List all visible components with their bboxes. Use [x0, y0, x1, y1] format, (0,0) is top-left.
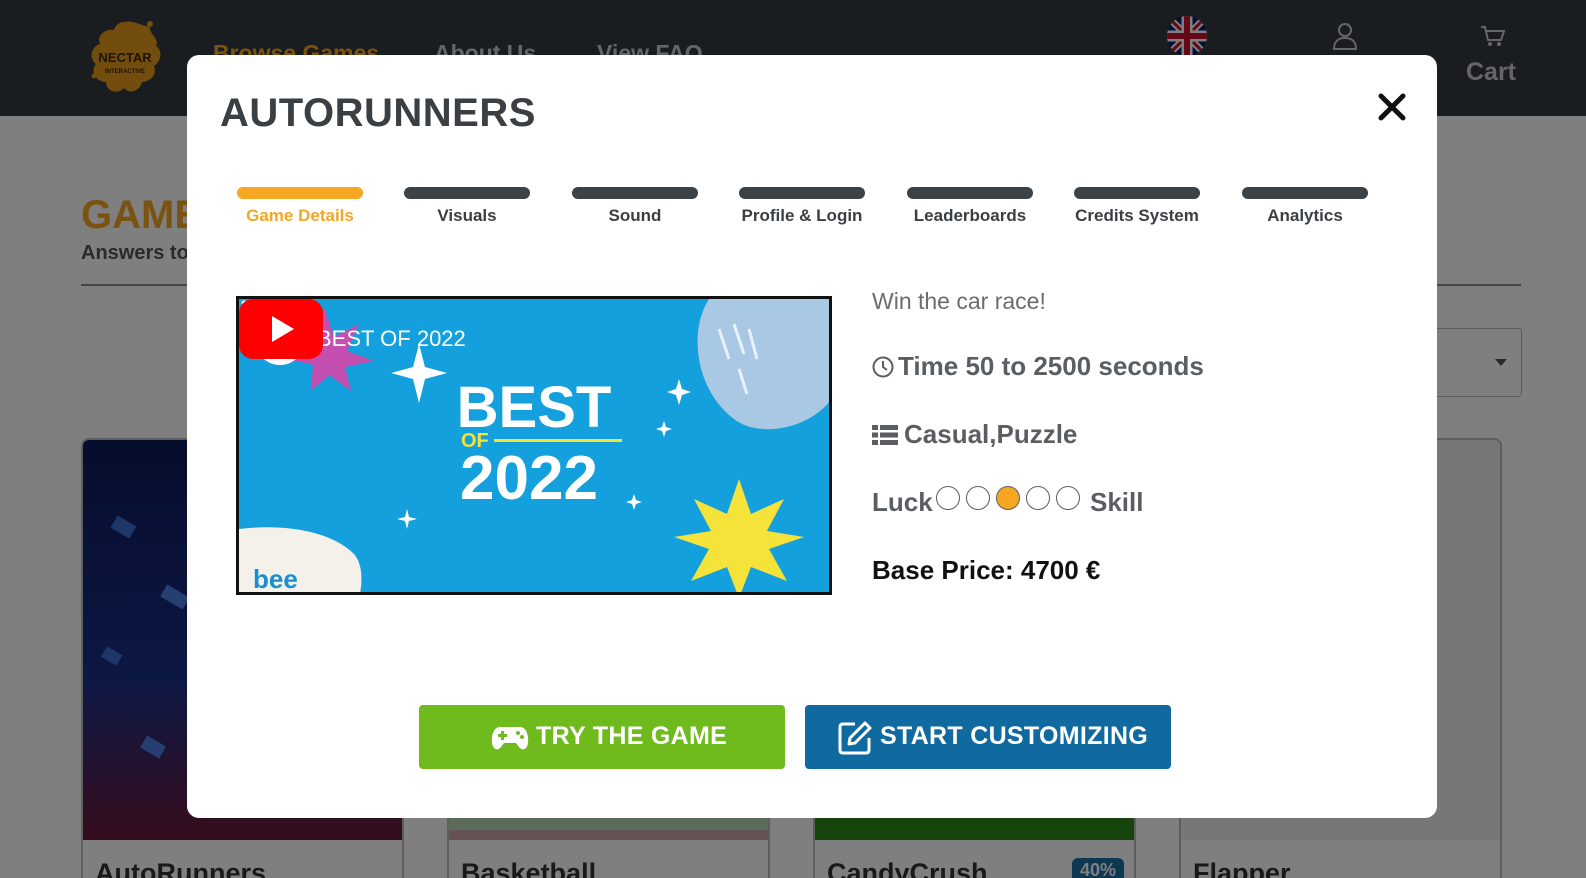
- video-title[interactable]: BEST OF 2022: [317, 326, 466, 352]
- game-description: Win the car race!: [872, 288, 1046, 314]
- svg-text:2022: 2022: [460, 444, 598, 513]
- tab-label: Game Details: [246, 206, 354, 225]
- skill-level-dot: [936, 486, 960, 510]
- tab-leaderboards[interactable]: Leaderboards: [885, 187, 1055, 247]
- tab-analytics[interactable]: Analytics: [1220, 187, 1390, 247]
- tab-label: Leaderboards: [913, 206, 1027, 225]
- tab-label: Analytics: [1267, 206, 1343, 225]
- tab-indicator: [404, 187, 530, 199]
- skill-label: Skill: [1090, 487, 1144, 517]
- tab-indicator: [1242, 187, 1368, 199]
- game-details-modal: AUTORUNNERS Game Details Visuals Sound P…: [187, 55, 1437, 818]
- tab-label: Profile & Login: [741, 206, 863, 225]
- time-text: Time 50 to 2500 seconds: [898, 351, 1204, 381]
- genre-text: Casual,Puzzle: [904, 419, 1078, 449]
- clock-icon: [872, 356, 894, 378]
- tab-indicator: [907, 187, 1033, 199]
- tab-indicator: [1074, 187, 1200, 199]
- gamepad-icon: [491, 727, 529, 750]
- tab-indicator: [739, 187, 865, 199]
- close-icon[interactable]: [1376, 91, 1408, 123]
- luck-label: Luck: [872, 487, 933, 517]
- skill-level-dot: [1026, 486, 1050, 510]
- tab-label: Sound: [608, 206, 662, 225]
- tab-game-details[interactable]: Game Details: [215, 187, 385, 247]
- brand-logo: bee: [253, 564, 298, 594]
- tab-visuals[interactable]: Visuals: [382, 187, 552, 247]
- skill-level-dot-selected: [996, 486, 1020, 510]
- start-customizing-button[interactable]: START CUSTOMIZING: [805, 705, 1171, 769]
- try-game-button[interactable]: TRY THE GAME: [419, 705, 785, 769]
- tab-indicator: [572, 187, 698, 199]
- start-customizing-label: START CUSTOMIZING: [880, 722, 1149, 750]
- edit-icon: [838, 721, 872, 755]
- tab-indicator: [237, 187, 363, 199]
- modal-title: AUTORUNNERS: [220, 91, 536, 135]
- video-player[interactable]: BEST OF 2022 BEST OF 2022 bee: [236, 296, 832, 595]
- modal-tabs: Game Details Visuals Sound Profile & Log…: [187, 187, 1437, 247]
- skill-level-dot: [966, 486, 990, 510]
- list-icon: [872, 425, 898, 445]
- tab-label: Visuals: [437, 206, 497, 225]
- base-price: Base Price: 4700 €: [872, 555, 1101, 585]
- tab-profile-login[interactable]: Profile & Login: [717, 187, 887, 247]
- luck-skill-scale: Luck Skill: [872, 485, 1392, 519]
- try-game-label: TRY THE GAME: [536, 722, 728, 750]
- skill-level-dot: [1056, 486, 1080, 510]
- tab-credits-system[interactable]: Credits System: [1052, 187, 1222, 247]
- tab-label: Credits System: [1075, 206, 1199, 225]
- tab-sound[interactable]: Sound: [550, 187, 720, 247]
- play-icon[interactable]: [239, 299, 323, 359]
